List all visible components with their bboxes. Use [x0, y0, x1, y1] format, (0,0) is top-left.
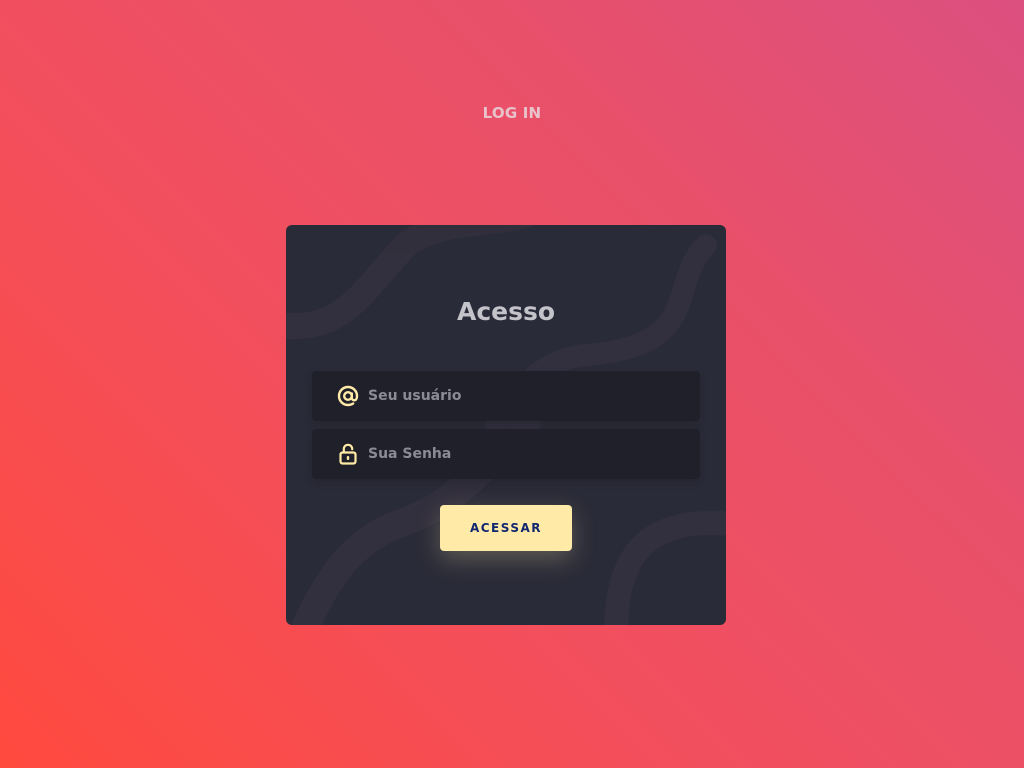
password-field	[312, 429, 700, 479]
username-input[interactable]	[368, 371, 688, 421]
login-card: Acesso ACESSAR	[286, 225, 726, 625]
page-heading: LOG IN	[482, 104, 542, 122]
username-field	[312, 371, 700, 421]
submit-button[interactable]: ACESSAR	[440, 505, 572, 551]
lock-icon	[339, 443, 357, 465]
card-background-pattern	[286, 225, 726, 625]
card-title: Acesso	[456, 297, 556, 326]
at-sign-icon	[337, 385, 359, 407]
password-input[interactable]	[368, 429, 688, 479]
